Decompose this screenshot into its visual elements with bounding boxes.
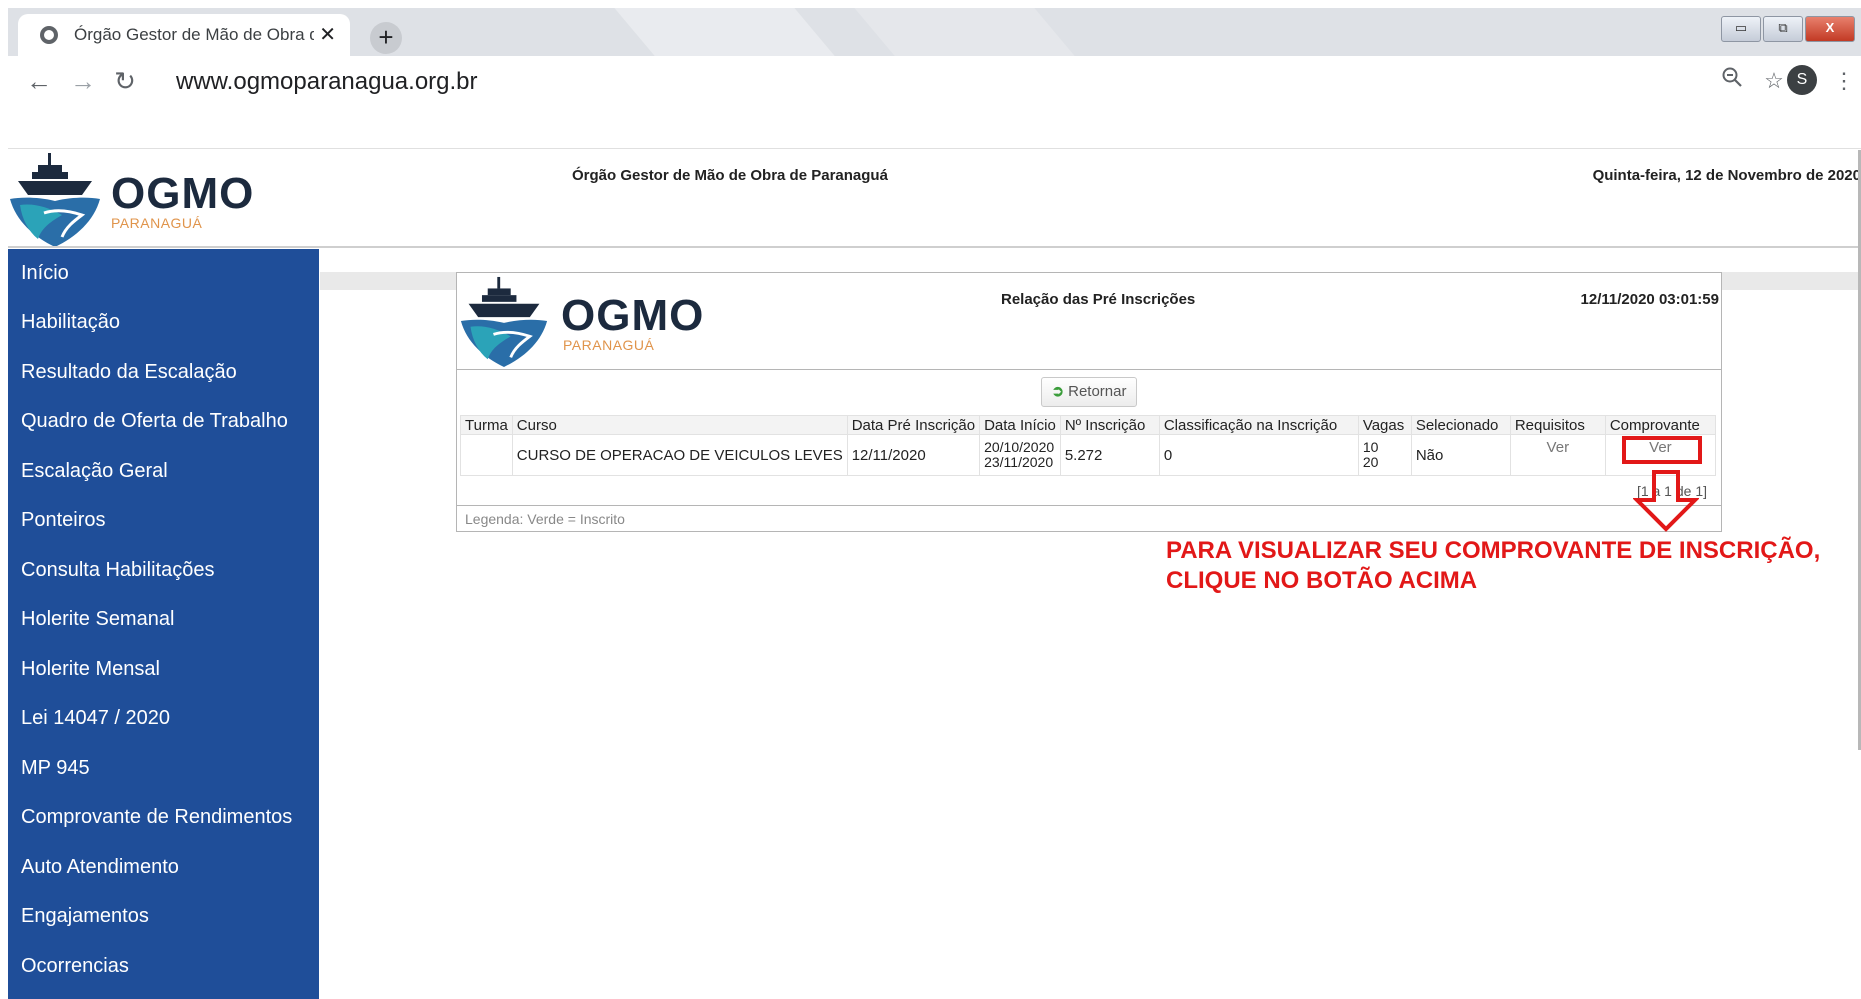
logo-subtitle: PARANAGUÁ — [563, 337, 655, 353]
vagas-value-1: 10 — [1362, 439, 1379, 455]
col-turma: Turma — [460, 415, 513, 435]
report-footer-divider — [457, 505, 1721, 506]
legend-text: Legenda: Verde = Inscrito — [465, 511, 625, 527]
sidebar-item-escalacao-geral[interactable]: Escalação Geral — [21, 460, 168, 483]
sidebar-item-mp-945[interactable]: MP 945 — [21, 757, 90, 780]
sidebar-menu: Início Habilitação Resultado da Escalaçã… — [8, 249, 319, 999]
cell-data-inicio: 20/10/2020 23/11/2020 — [979, 434, 1061, 476]
instruction-line-2: CLIQUE NO BOTÃO ACIMA — [1166, 567, 1478, 594]
forward-arrow-icon[interactable]: → — [66, 64, 100, 98]
col-requisitos: Requisitos — [1509, 415, 1606, 435]
ogmo-logo[interactable]: OGMO PARANAGUÁ — [8, 149, 288, 247]
col-classificacao: Classificação na Inscrição — [1158, 415, 1359, 435]
sidebar-item-ocorrencias[interactable]: Ocorrencias — [21, 955, 129, 978]
logo-wordmark: OGMO — [561, 291, 705, 340]
organization-name: Órgão Gestor de Mão de Obra de Paranaguá — [572, 167, 888, 184]
cell-vagas: 10 20 — [1357, 434, 1412, 476]
browser-chrome: Órgão Gestor de Mão de Obra d ✕ + ▭ ⧉ X … — [0, 0, 1861, 148]
report-title: Relação das Pré Inscrições — [1001, 291, 1196, 308]
site-header: OGMO PARANAGUÁ Órgão Gestor de Mão de Ob… — [8, 149, 1861, 247]
down-arrow-icon — [1633, 470, 1699, 532]
col-selecionado: Selecionado — [1410, 415, 1511, 435]
report-header-divider — [457, 369, 1721, 370]
col-curso: Curso — [511, 415, 848, 435]
browser-menu-icon[interactable]: ⋮ — [1827, 64, 1861, 98]
browser-tab[interactable]: Órgão Gestor de Mão de Obra d ✕ — [18, 14, 350, 56]
cell-turma — [460, 434, 513, 476]
data-inicio-end: 23/11/2020 — [984, 454, 1054, 470]
report-panel: OGMO PARANAGUÁ Relação das Pré Inscriçõe… — [456, 272, 1722, 532]
sidebar-item-comprovante-rendimentos[interactable]: Comprovante de Rendimentos — [21, 806, 292, 829]
sidebar-item-auto-atendimento[interactable]: Auto Atendimento — [21, 856, 179, 879]
col-comprovante: Comprovante — [1604, 415, 1717, 435]
col-data-pre-inscricao: Data Pré Inscrição — [846, 415, 981, 435]
return-button-label: Retornar — [1068, 383, 1127, 400]
return-arrow-icon: ➲ — [1051, 383, 1065, 400]
table-row: CURSO DE OPERACAO DE VEICULOS LEVES 12/1… — [460, 434, 1717, 476]
sidebar-item-habilitacao[interactable]: Habilitação — [21, 311, 120, 334]
cell-selecionado: Não — [1410, 434, 1511, 476]
return-button[interactable]: ➲ Retornar — [1041, 377, 1137, 407]
header-date: Quinta-feira, 12 de Novembro de 2020 — [1592, 167, 1861, 184]
sidebar-item-resultado-escalacao[interactable]: Resultado da Escalação — [21, 361, 237, 384]
sidebar-item-engajamentos[interactable]: Engajamentos — [21, 905, 149, 928]
bookmark-star-icon[interactable]: ☆ — [1757, 64, 1791, 98]
address-bar[interactable]: www.ogmoparanagua.org.br — [176, 68, 478, 96]
instruction-note: PARA VISUALIZAR SEU COMPROVANTE DE INSCR… — [1166, 536, 1820, 596]
table-header-row: Turma Curso Data Pré Inscrição Data Iníc… — [460, 415, 1717, 435]
sidebar-item-inicio[interactable]: Início — [21, 262, 69, 285]
col-numero-inscricao: Nº Inscrição — [1059, 415, 1160, 435]
tab-strip: Órgão Gestor de Mão de Obra d ✕ + ▭ ⧉ X — [8, 8, 1861, 56]
profile-avatar[interactable]: S — [1787, 65, 1817, 95]
back-arrow-icon[interactable]: ← — [22, 64, 56, 98]
tab-title: Órgão Gestor de Mão de Obra d — [74, 25, 314, 44]
ship-handshake-icon — [10, 153, 100, 247]
globe-icon — [40, 26, 58, 44]
tabstrip-decoration — [597, 8, 879, 56]
col-vagas: Vagas — [1357, 415, 1412, 435]
sidebar-item-holerite-mensal[interactable]: Holerite Mensal — [21, 658, 160, 681]
window-controls: ▭ ⧉ X — [1719, 16, 1855, 42]
sidebar-item-lei-14047[interactable]: Lei 14047 / 2020 — [21, 707, 170, 730]
reload-icon[interactable]: ↻ — [108, 64, 142, 98]
cell-classificacao: 0 — [1158, 434, 1359, 476]
zoom-icon[interactable] — [1715, 64, 1749, 98]
cell-data-pre: 12/11/2020 — [846, 434, 981, 476]
report-timestamp: 12/11/2020 03:01:59 — [1580, 291, 1719, 308]
minimize-button[interactable]: ▭ — [1721, 16, 1761, 42]
close-window-button[interactable]: X — [1805, 16, 1855, 42]
report-logo: OGMO PARANAGUÁ — [459, 273, 719, 367]
ship-handshake-icon — [460, 276, 548, 367]
sidebar-item-ponteiros[interactable]: Ponteiros — [21, 509, 106, 532]
highlight-box — [1622, 436, 1702, 464]
preinscricoes-table: Turma Curso Data Pré Inscrição Data Iníc… — [460, 415, 1717, 476]
restore-button[interactable]: ⧉ — [1763, 16, 1803, 42]
new-tab-button[interactable]: + — [370, 22, 402, 54]
magnifier-icon — [1722, 67, 1742, 87]
col-data-inicio: Data Início — [979, 415, 1061, 435]
sidebar-item-quadro-oferta[interactable]: Quadro de Oferta de Trabalho — [21, 410, 288, 433]
sidebar-item-consulta-habilitacoes[interactable]: Consulta Habilitações — [21, 559, 214, 582]
cell-requisitos: Ver — [1509, 434, 1606, 476]
logo-wordmark: OGMO — [111, 169, 255, 218]
close-tab-icon[interactable]: ✕ — [319, 22, 336, 47]
data-inicio-start: 20/10/2020 — [984, 439, 1055, 455]
requisitos-ver-link[interactable]: Ver — [1515, 439, 1601, 456]
tabstrip-decoration — [837, 8, 1119, 56]
logo-subtitle: PARANAGUÁ — [111, 215, 203, 231]
header-divider — [8, 246, 1861, 248]
vagas-value-2: 20 — [1362, 454, 1379, 470]
cell-inscricao: 5.272 — [1059, 434, 1160, 476]
instruction-line-1: PARA VISUALIZAR SEU COMPROVANTE DE INSCR… — [1166, 537, 1821, 564]
browser-toolbar: ← → ↻ www.ogmoparanagua.org.br ☆ S ⋮ — [8, 56, 1861, 108]
sidebar-item-holerite-semanal[interactable]: Holerite Semanal — [21, 608, 174, 631]
cell-curso: CURSO DE OPERACAO DE VEICULOS LEVES — [511, 434, 848, 476]
